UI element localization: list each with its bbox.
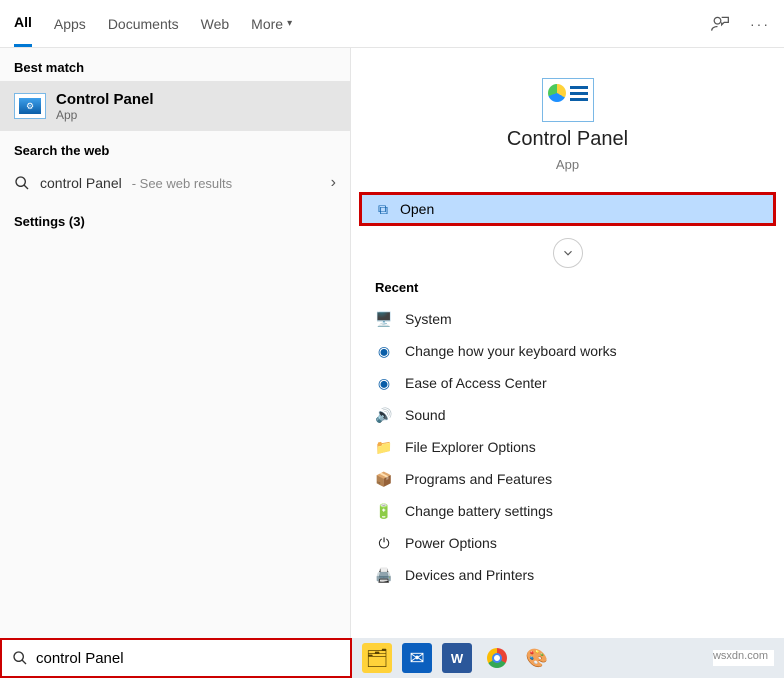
box-icon: 📦 [375,470,393,488]
recent-list: 🖥️System ◉Change how your keyboard works… [351,303,784,591]
settings-header: Settings (3) [0,202,350,235]
printer-icon: 🖨️ [375,566,393,584]
recent-item-file-explorer[interactable]: 📁File Explorer Options [351,431,784,463]
search-icon [14,175,30,191]
search-icon [12,650,28,666]
monitor-icon: 🖥️ [375,310,393,328]
open-label: Open [400,201,434,217]
results-pane: Best match ⚙ Control Panel App Search th… [0,48,350,678]
tab-apps[interactable]: Apps [54,1,86,47]
best-match-result[interactable]: ⚙ Control Panel App [0,81,350,131]
chevron-down-icon: ▾ [287,18,292,29]
tab-documents[interactable]: Documents [108,1,179,47]
recent-item-devices[interactable]: 🖨️Devices and Printers [351,559,784,591]
recent-item-battery[interactable]: 🔋Change battery settings [351,495,784,527]
best-match-title: Control Panel [56,91,154,108]
open-icon: ⧉ [378,201,388,218]
taskbar: 🗂 ✉ W 🎨 wsxdn.com [352,638,784,678]
tab-more[interactable]: More▾ [251,1,292,47]
recent-item-keyboard[interactable]: ◉Change how your keyboard works [351,335,784,367]
file-explorer-icon[interactable]: 🗂 [362,643,392,673]
recent-item-sound[interactable]: 🔊Sound [351,399,784,431]
ease-icon: ◉ [375,374,393,392]
watermark: wsxdn.com [713,650,774,666]
chevron-right-icon: › [331,174,336,192]
main-area: Best match ⚙ Control Panel App Search th… [0,48,784,678]
filter-tabs: All Apps Documents Web More▾ ··· [0,0,784,48]
preview-title: Control Panel [507,128,628,151]
web-result[interactable]: control Panel - See web results › [0,164,350,202]
paint-icon[interactable]: 🎨 [522,643,552,673]
recent-header: Recent [351,276,784,303]
recent-item-power[interactable]: ⏻Power Options [351,527,784,559]
web-hint: - See web results [132,176,232,191]
tab-web[interactable]: Web [201,1,230,47]
recent-item-programs[interactable]: 📦Programs and Features [351,463,784,495]
open-button[interactable]: ⧉ Open [359,192,776,226]
control-panel-icon: ⚙ [14,93,46,119]
best-match-header: Best match [0,48,350,81]
speaker-icon: 🔊 [375,406,393,424]
mail-icon[interactable]: ✉ [402,643,432,673]
bottom-bar: 🗂 ✉ W 🎨 wsxdn.com [0,638,784,678]
best-match-subtitle: App [56,108,154,122]
folder-icon: 📁 [375,438,393,456]
more-options-icon[interactable]: ··· [750,16,770,32]
start-search-window: All Apps Documents Web More▾ ··· Best ma… [0,0,784,678]
app-preview: Control Panel App [351,68,784,192]
control-panel-icon [542,78,594,122]
details-pane: Control Panel App ⧉ Open Recent 🖥️System… [350,48,784,678]
search-web-header: Search the web [0,131,350,164]
expand-button[interactable] [553,238,583,268]
word-icon[interactable]: W [442,643,472,673]
search-box[interactable] [0,638,352,678]
power-icon: ⏻ [375,534,393,552]
web-query: control Panel [40,175,122,191]
preview-subtitle: App [556,157,579,172]
chrome-icon[interactable] [482,643,512,673]
search-input[interactable] [36,650,340,667]
battery-icon: 🔋 [375,502,393,520]
feedback-icon[interactable] [710,14,730,34]
recent-item-system[interactable]: 🖥️System [351,303,784,335]
tab-all[interactable]: All [14,1,32,47]
ease-icon: ◉ [375,342,393,360]
recent-item-ease-access[interactable]: ◉Ease of Access Center [351,367,784,399]
